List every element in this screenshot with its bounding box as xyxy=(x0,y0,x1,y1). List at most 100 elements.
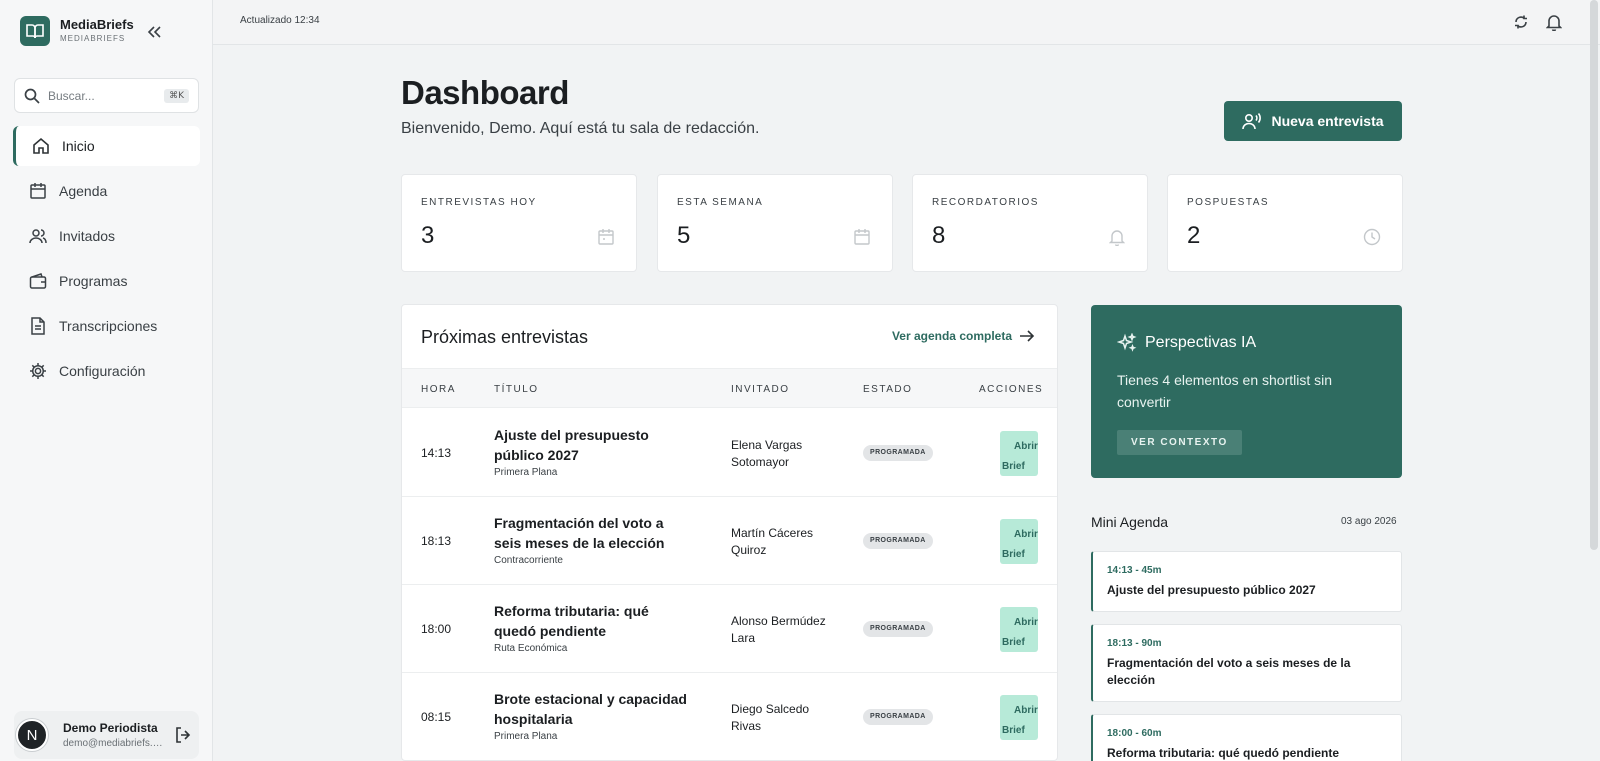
stat-value: 8 xyxy=(932,222,946,249)
refresh-icon xyxy=(1515,15,1527,29)
mini-agenda-item[interactable]: 18:13 - 90m Fragmentación del voto a sei… xyxy=(1091,624,1402,702)
avatar: N xyxy=(16,719,48,751)
table-header: HORA TÍTULO INVITADO ESTADO ACCIONES xyxy=(402,368,1057,408)
stat-label: RECORDATORIOS xyxy=(932,197,1039,208)
status-badge: PROGRAMADA xyxy=(863,621,933,637)
action-label: Abrir xyxy=(1014,705,1038,716)
upcoming-interviews-card: Próximas entrevistas Ver agenda completa… xyxy=(401,304,1058,761)
table-row[interactable]: 14:13 Ajuste del presupuesto público 202… xyxy=(402,409,1057,497)
arrow-right-icon xyxy=(1020,330,1035,342)
column-header: HORA xyxy=(421,384,456,395)
mini-item-title: Fragmentación del voto a seis meses de l… xyxy=(1107,656,1351,687)
row-guest: Elena Vargas Sotomayor xyxy=(731,438,803,469)
action-label: Abrir xyxy=(1014,529,1038,540)
row-time: 18:13 xyxy=(421,534,452,548)
nav-item-invitados[interactable]: Invitados xyxy=(13,216,200,256)
action-label: Brief xyxy=(1002,637,1025,648)
row-time: 18:00 xyxy=(421,622,452,636)
open-brief-button[interactable]: Abrir Brief xyxy=(1000,695,1038,740)
stat-value: 2 xyxy=(1187,222,1201,249)
row-guest: Martín Cáceres Quiroz xyxy=(731,526,814,557)
stat-label: ENTREVISTAS HOY xyxy=(421,197,537,208)
nav-label: Agenda xyxy=(59,183,108,199)
user-name: Demo Periodista xyxy=(63,721,158,735)
search-input[interactable] xyxy=(48,88,158,103)
calendar-icon xyxy=(852,227,872,247)
table-row[interactable]: 18:00 Reforma tributaria: qué quedó pend… xyxy=(402,585,1057,673)
row-time: 14:13 xyxy=(421,446,452,460)
mini-agenda-title: Mini Agenda xyxy=(1091,514,1169,530)
scrollbar[interactable] xyxy=(1590,0,1598,550)
users-icon xyxy=(28,226,48,246)
nav-label: Inicio xyxy=(62,138,95,154)
bell-icon xyxy=(1107,227,1127,247)
bell-icon xyxy=(1546,14,1562,31)
page-title: Dashboard xyxy=(401,74,569,111)
row-program: Contracorriente xyxy=(494,555,563,566)
mini-agenda-item[interactable]: 14:13 - 45m Ajuste del presupuesto públi… xyxy=(1091,551,1402,612)
stat-card-today[interactable]: ENTREVISTAS HOY 3 xyxy=(401,174,637,272)
new-interview-label: Nueva entrevista xyxy=(1271,113,1384,129)
stat-label: POSPUESTAS xyxy=(1187,197,1270,208)
chevrons-left-icon xyxy=(147,26,161,38)
status-badge: PROGRAMADA xyxy=(863,533,933,549)
stat-value: 3 xyxy=(421,222,435,249)
logout-button[interactable] xyxy=(173,725,193,745)
page-subtitle: Bienvenido, Demo. Aquí está tu sala de r… xyxy=(401,120,760,137)
home-icon xyxy=(31,136,51,156)
row-guest: Alonso Bermúdez Lara xyxy=(731,614,826,645)
table-row[interactable]: 08:15 Brote estacional y capacidad hospi… xyxy=(402,673,1057,760)
brand-subtitle: MEDIABRIEFS xyxy=(60,34,126,43)
search-box[interactable]: ⌘K xyxy=(14,78,199,113)
stat-card-reminders[interactable]: RECORDATORIOS 8 xyxy=(912,174,1148,272)
nav-label: Invitados xyxy=(59,228,116,244)
mini-item-time: 18:00 - 60m xyxy=(1107,728,1162,739)
open-brief-button[interactable]: Abrir Brief xyxy=(1000,607,1038,652)
stat-label: ESTA SEMANA xyxy=(677,197,764,208)
mini-item-time: 18:13 - 90m xyxy=(1107,638,1162,649)
mini-agenda-date: 03 ago 2026 xyxy=(1341,516,1397,527)
mini-agenda-item[interactable]: 18:00 - 60m Reforma tributaria: qué qued… xyxy=(1091,714,1402,761)
column-header: ACCIONES xyxy=(979,384,1044,395)
topbar: Actualizado 12:34 xyxy=(213,0,1600,45)
sparkles-icon xyxy=(1117,333,1137,352)
row-time: 08:15 xyxy=(421,710,452,724)
new-interview-button[interactable]: Nueva entrevista xyxy=(1224,101,1402,141)
refresh-button[interactable] xyxy=(1510,11,1532,33)
stat-card-week[interactable]: ESTA SEMANA 5 xyxy=(657,174,893,272)
status-badge: PROGRAMADA xyxy=(863,445,933,461)
row-title: Reforma tributaria: qué quedó pendiente xyxy=(494,603,649,639)
ai-title: Perspectivas IA xyxy=(1145,334,1257,351)
nav-item-configuracion[interactable]: Configuración xyxy=(13,351,200,391)
open-brief-button[interactable]: Abrir Brief xyxy=(1000,431,1038,476)
collapse-sidebar-button[interactable] xyxy=(144,22,164,42)
user-voice-icon xyxy=(1242,112,1262,130)
row-title: Brote estacional y capacidad hospitalari… xyxy=(494,691,687,727)
nav-item-transcripciones[interactable]: Transcripciones xyxy=(13,306,200,346)
user-profile[interactable]: N Demo Periodista demo@mediabriefs.com xyxy=(14,711,199,759)
open-brief-button[interactable]: Abrir Brief xyxy=(1000,519,1038,564)
notifications-button[interactable] xyxy=(1543,11,1565,33)
book-logo-icon xyxy=(20,16,50,46)
nav-label: Transcripciones xyxy=(59,318,158,334)
sidebar: MediaBriefs MEDIABRIEFS ⌘K Inicio Agenda… xyxy=(0,0,213,761)
logout-icon xyxy=(176,727,191,743)
nav-item-programas[interactable]: Programas xyxy=(13,261,200,301)
nav-item-inicio[interactable]: Inicio xyxy=(13,126,200,166)
calendar-icon xyxy=(28,181,48,201)
wallet-icon xyxy=(28,271,48,291)
nav-item-agenda[interactable]: Agenda xyxy=(13,171,200,211)
stat-value: 5 xyxy=(677,222,691,249)
row-program: Ruta Económica xyxy=(494,643,568,654)
stat-card-postponed[interactable]: POSPUESTAS 2 xyxy=(1167,174,1403,272)
calendar-icon xyxy=(596,227,616,247)
brand[interactable]: MediaBriefs MEDIABRIEFS xyxy=(20,16,134,46)
nav-label: Programas xyxy=(59,273,128,289)
view-context-button[interactable]: VER CONTEXTO xyxy=(1117,430,1242,455)
link-label: Ver agenda completa xyxy=(891,329,1012,343)
table-row[interactable]: 18:13 Fragmentación del voto a seis mese… xyxy=(402,497,1057,585)
view-full-agenda-link[interactable]: Ver agenda completa xyxy=(892,329,1035,343)
action-label: Brief xyxy=(1002,725,1025,736)
row-program: Primera Plana xyxy=(494,467,558,478)
row-program: Primera Plana xyxy=(494,731,558,742)
